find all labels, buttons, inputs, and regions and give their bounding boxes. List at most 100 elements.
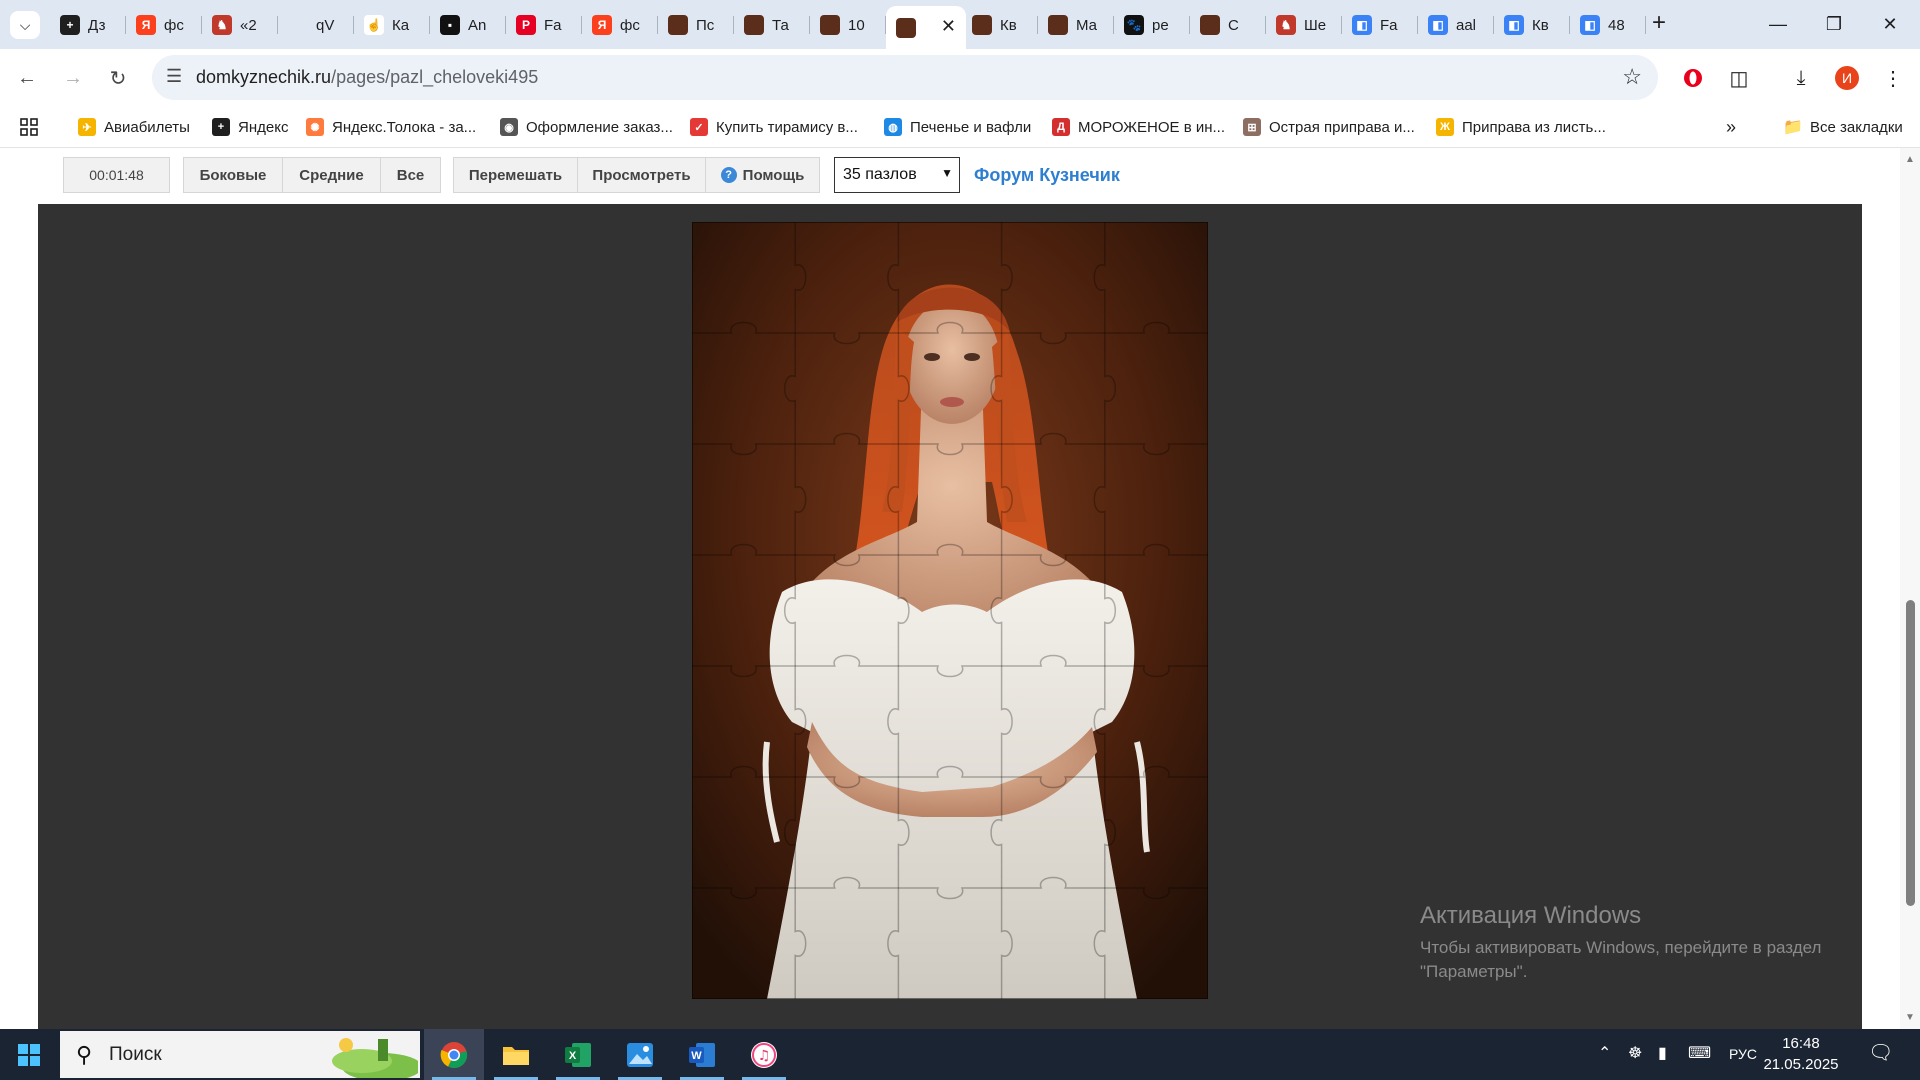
download-icon[interactable]: ⤓ xyxy=(1786,63,1816,93)
browser-tab[interactable]: + Дз xyxy=(50,6,126,44)
url-text[interactable]: domkyznechik.ru/pages/pazl_cheloveki495 xyxy=(196,67,538,88)
browser-tab[interactable]: ▪ An xyxy=(430,6,506,44)
taskbar-word[interactable]: W xyxy=(672,1029,732,1080)
notification-icon[interactable]: 🗨 xyxy=(1868,1040,1893,1065)
bookmark-item[interactable]: ✈ Авиабилеты xyxy=(78,115,190,139)
pieces-count-select[interactable]: 35 пазлов ▼ xyxy=(834,157,960,193)
forward-button[interactable]: → xyxy=(58,63,88,93)
back-button[interactable]: ← xyxy=(12,63,42,93)
browser-tab[interactable]: qV xyxy=(278,6,354,44)
bookmark-item[interactable]: ◉ Оформление заказ... xyxy=(500,115,673,139)
browser-tab[interactable]: 10 xyxy=(810,6,886,44)
tab-title: фс xyxy=(164,16,184,34)
taskbar-search[interactable]: ⚲ Поиск xyxy=(60,1031,420,1078)
browser-tab[interactable]: ◧ Fa xyxy=(1342,6,1418,44)
bookmark-label: Приправа из листь... xyxy=(1462,118,1606,136)
tab-search-button[interactable]: ⌵ xyxy=(10,11,40,39)
browser-tab[interactable]: Пс xyxy=(658,6,734,44)
bookmark-item[interactable]: ✺ Яндекс.Толока - за... xyxy=(306,115,476,139)
help-button[interactable]: ? Помощь xyxy=(705,157,820,193)
middle-pieces-button[interactable]: Средние xyxy=(282,157,381,193)
taskbar-excel[interactable]: X xyxy=(548,1029,608,1080)
taskbar-photos[interactable] xyxy=(610,1029,670,1080)
bookmarks-bar: ✈ Авиабилеты + Яндекс ✺ Яндекс.Толока - за...… xyxy=(0,107,1920,148)
battery-icon[interactable]: ▮ xyxy=(1658,1043,1667,1063)
tab-favicon-icon: 🐾 xyxy=(1124,15,1144,35)
folder-icon: 📁 xyxy=(1783,119,1803,136)
opera-extension-icon[interactable] xyxy=(1678,63,1708,93)
bookmark-favicon-icon: Ж xyxy=(1436,118,1454,136)
bookmark-item[interactable]: ⊞ Острая приправа и... xyxy=(1243,115,1415,139)
browser-tab[interactable]: Яфс xyxy=(126,6,202,44)
language-indicator[interactable]: РУС xyxy=(1729,1046,1757,1062)
taskbar-chrome[interactable] xyxy=(424,1029,484,1080)
tab-favicon-icon: ♞ xyxy=(212,15,232,35)
tab-favicon-icon: ♞ xyxy=(1276,15,1296,35)
taskbar-file-explorer[interactable] xyxy=(486,1029,546,1080)
minimize-button[interactable]: — xyxy=(1750,0,1806,49)
tab-title: Fa xyxy=(544,16,562,34)
all-bookmarks-folder[interactable]: 📁 Все закладки xyxy=(1783,115,1903,139)
close-window-button[interactable]: ✕ xyxy=(1862,0,1918,49)
bookmark-label: Купить тирамису в... xyxy=(716,118,858,136)
start-button[interactable] xyxy=(0,1029,58,1080)
taskbar-itunes[interactable]: ♫ xyxy=(734,1029,794,1080)
edge-pieces-button[interactable]: Боковые xyxy=(183,157,283,193)
bookmark-star-icon[interactable]: ☆ xyxy=(1622,64,1642,90)
browser-tab[interactable]: Кв xyxy=(962,6,1038,44)
tab-close-icon[interactable]: ✕ xyxy=(941,16,956,37)
site-info-icon[interactable]: ☰ xyxy=(166,66,182,87)
tab-favicon-icon: ◧ xyxy=(1352,15,1372,35)
all-pieces-button[interactable]: Все xyxy=(380,157,441,193)
bookmark-favicon-icon: ✈ xyxy=(78,118,96,136)
bookmark-item[interactable]: ◍ Печенье и вафли xyxy=(884,115,1031,139)
windows-logo-icon xyxy=(18,1043,40,1066)
tab-title: фс xyxy=(620,16,640,34)
address-bar[interactable]: ☰ domkyznechik.ru/pages/pazl_cheloveki49… xyxy=(152,55,1658,100)
browser-tab[interactable]: ☝ Ка xyxy=(354,6,430,44)
browser-tab[interactable]: ♞ Ше xyxy=(1266,6,1342,44)
preview-button[interactable]: Просмотреть xyxy=(577,157,706,193)
bookmark-item[interactable]: Д МОРОЖЕНОЕ в ин... xyxy=(1052,115,1225,139)
browser-tab[interactable]: ◧ 48 xyxy=(1570,6,1646,44)
browser-tab[interactable]: ◧ aal xyxy=(1418,6,1494,44)
puzzle-image[interactable] xyxy=(692,222,1208,999)
scroll-down-icon[interactable]: ▼ xyxy=(1905,1012,1915,1023)
restore-button[interactable]: ❐ xyxy=(1806,0,1862,49)
bookmark-item[interactable]: ✓ Купить тирамису в... xyxy=(690,115,858,139)
bookmark-item[interactable]: + Яндекс xyxy=(212,115,288,139)
browser-tab[interactable]: Ма xyxy=(1038,6,1114,44)
browser-tab[interactable]: Яфс xyxy=(582,6,658,44)
browser-tab[interactable]: ✕ xyxy=(886,6,966,49)
tab-title: qV xyxy=(316,16,335,34)
scroll-thumb[interactable] xyxy=(1906,600,1915,906)
browser-tab[interactable]: ♞ «2 xyxy=(202,6,278,44)
keyboard-icon[interactable]: ⌨ xyxy=(1688,1043,1711,1063)
windows-activation-text: Чтобы активировать Windows, перейдите в … xyxy=(1420,936,1821,984)
apps-grid-icon[interactable] xyxy=(20,115,38,139)
page-scrollbar[interactable]: ▲ ▼ xyxy=(1900,148,1920,1029)
shuffle-button[interactable]: Перемешать xyxy=(453,157,578,193)
browser-tab[interactable]: ◧ Кв xyxy=(1494,6,1570,44)
bookmark-item[interactable]: Ж Приправа из листь... xyxy=(1436,115,1606,139)
tab-favicon-icon: ◧ xyxy=(1428,15,1448,35)
browser-menu-icon[interactable]: ⋮ xyxy=(1878,63,1908,93)
itunes-icon: ♫ xyxy=(751,1041,777,1068)
tab-title: Дз xyxy=(88,16,106,34)
show-hidden-icons[interactable]: ⌃ xyxy=(1598,1043,1611,1063)
browser-tab[interactable]: P Fa xyxy=(506,6,582,44)
bookmark-label: Авиабилеты xyxy=(104,118,190,136)
reload-button[interactable]: ↻ xyxy=(103,63,133,93)
profile-avatar[interactable]: И xyxy=(1832,63,1862,93)
scroll-up-icon[interactable]: ▲ xyxy=(1905,154,1915,165)
extensions-puzzle-icon[interactable]: ◫ xyxy=(1724,63,1754,93)
bookmark-label: Печенье и вафли xyxy=(910,118,1032,136)
new-tab-button[interactable]: + xyxy=(1652,10,1666,36)
browser-tab[interactable]: 🐾 ре xyxy=(1114,6,1190,44)
forum-link[interactable]: Форум Кузнечик xyxy=(974,165,1120,186)
network-icon[interactable]: ☸ xyxy=(1628,1043,1642,1063)
browser-tab[interactable]: Та xyxy=(734,6,810,44)
more-bookmarks-button[interactable]: » xyxy=(1726,115,1736,139)
system-clock[interactable]: 16:48 21.05.2025 xyxy=(1756,1033,1846,1075)
browser-tab[interactable]: С xyxy=(1190,6,1266,44)
